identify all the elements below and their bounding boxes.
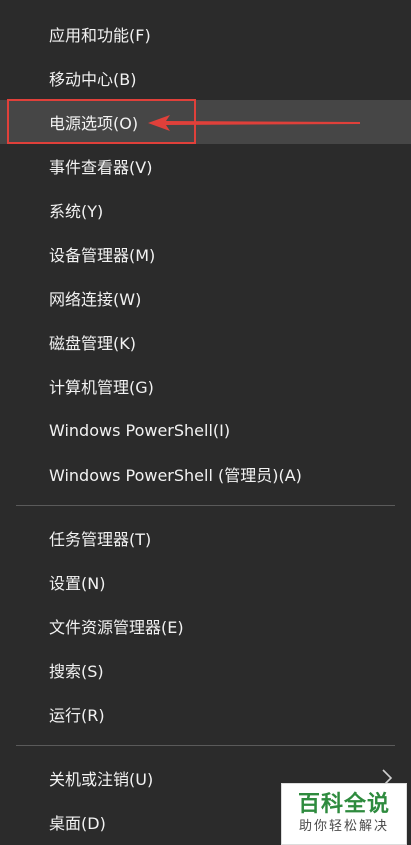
menu-item-label: 磁盘管理(K) — [49, 334, 136, 353]
menu-item-device-manager[interactable]: 设备管理器(M) — [0, 232, 411, 276]
menu-divider — [16, 505, 395, 506]
watermark-subtitle: 助你轻松解决 — [298, 819, 389, 835]
menu-item-powershell[interactable]: Windows PowerShell(I) — [0, 408, 411, 452]
menu-item-label: 应用和功能(F) — [49, 26, 151, 45]
menu-item-label: 电源选项(O) — [49, 114, 139, 133]
menu-group-1: 应用和功能(F) 移动中心(B) 电源选项(O) 事件查看器(V) 系统(Y) … — [0, 12, 411, 496]
menu-item-task-manager[interactable]: 任务管理器(T) — [0, 516, 411, 560]
menu-item-label: Windows PowerShell (管理员)(A) — [49, 466, 302, 485]
menu-item-label: 计算机管理(G) — [49, 378, 154, 397]
winx-context-menu: 应用和功能(F) 移动中心(B) 电源选项(O) 事件查看器(V) 系统(Y) … — [0, 0, 411, 845]
menu-item-label: 设备管理器(M) — [49, 246, 156, 265]
menu-item-label: 运行(R) — [49, 706, 105, 725]
menu-divider — [16, 745, 395, 746]
menu-item-label: 搜索(S) — [49, 662, 104, 681]
menu-item-mobility-center[interactable]: 移动中心(B) — [0, 56, 411, 100]
menu-item-search[interactable]: 搜索(S) — [0, 648, 411, 692]
menu-item-label: 任务管理器(T) — [49, 530, 152, 549]
watermark-logo: 百科全说 助你轻松解决 — [281, 783, 407, 845]
menu-item-event-viewer[interactable]: 事件查看器(V) — [0, 144, 411, 188]
menu-item-run[interactable]: 运行(R) — [0, 692, 411, 736]
menu-item-label: 文件资源管理器(E) — [49, 618, 184, 637]
menu-item-label: 桌面(D) — [49, 814, 106, 833]
menu-item-power-options[interactable]: 电源选项(O) — [0, 100, 411, 144]
menu-item-apps-features[interactable]: 应用和功能(F) — [0, 12, 411, 56]
menu-item-powershell-admin[interactable]: Windows PowerShell (管理员)(A) — [0, 452, 411, 496]
menu-item-computer-management[interactable]: 计算机管理(G) — [0, 364, 411, 408]
watermark-title: 百科全说 — [297, 792, 390, 818]
menu-item-settings[interactable]: 设置(N) — [0, 560, 411, 604]
menu-item-network-connections[interactable]: 网络连接(W) — [0, 276, 411, 320]
menu-item-system[interactable]: 系统(Y) — [0, 188, 411, 232]
menu-item-label: 事件查看器(V) — [49, 158, 153, 177]
menu-item-file-explorer[interactable]: 文件资源管理器(E) — [0, 604, 411, 648]
menu-item-label: 设置(N) — [49, 574, 106, 593]
menu-item-label: 网络连接(W) — [49, 290, 142, 309]
menu-group-2: 任务管理器(T) 设置(N) 文件资源管理器(E) 搜索(S) 运行(R) — [0, 516, 411, 736]
menu-item-label: 移动中心(B) — [49, 70, 137, 89]
menu-item-disk-management[interactable]: 磁盘管理(K) — [0, 320, 411, 364]
menu-item-label: Windows PowerShell(I) — [49, 420, 231, 440]
menu-item-label: 关机或注销(U) — [49, 770, 154, 789]
menu-item-label: 系统(Y) — [49, 202, 104, 221]
